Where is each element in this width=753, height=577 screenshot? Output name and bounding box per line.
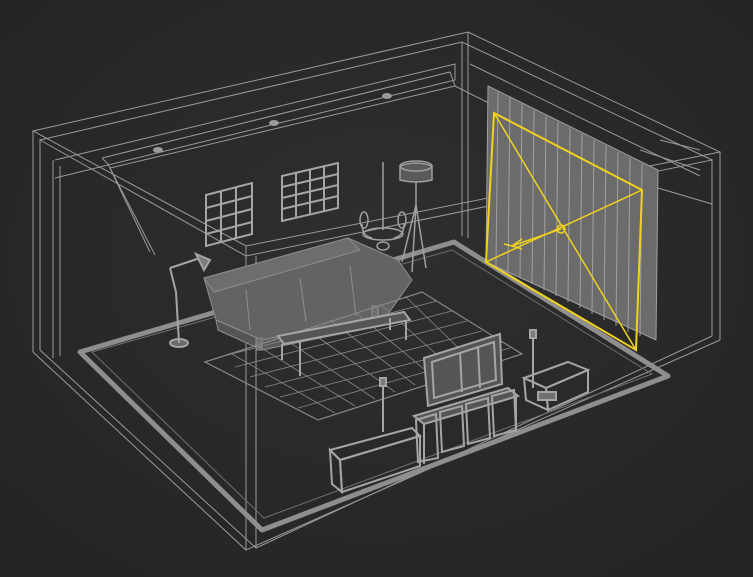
spotlight-1[interactable] xyxy=(153,147,163,153)
spotlight-2[interactable] xyxy=(269,120,279,126)
wireframe-scene xyxy=(0,0,753,577)
3d-viewport-perspective[interactable] xyxy=(0,0,753,577)
spotlight-3[interactable] xyxy=(382,93,392,99)
